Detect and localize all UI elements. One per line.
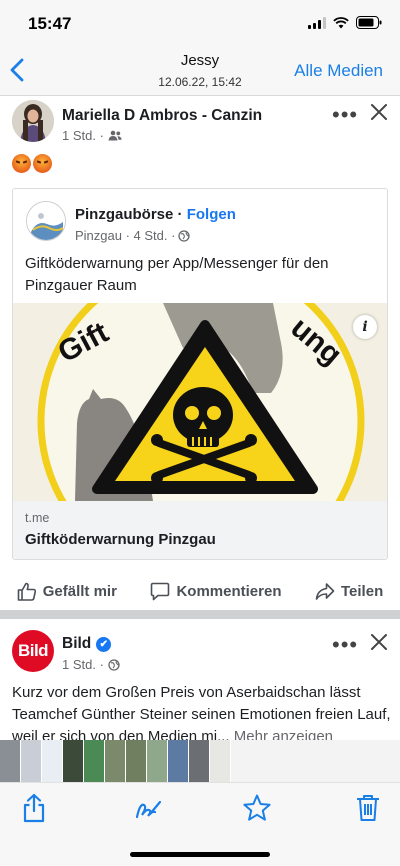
home-indicator (130, 852, 270, 857)
post2-author-line: Bild ✔ (62, 635, 112, 653)
all-media-link[interactable]: Alle Medien (294, 61, 383, 81)
shared-post-text: Giftköderwarnung per App/Messenger für d… (25, 255, 329, 294)
bild-logo[interactable]: Bild (12, 630, 54, 672)
link-domain: t.me (25, 511, 50, 525)
media-thumbnail[interactable] (168, 740, 188, 782)
status-bar: 15:47 (0, 0, 400, 46)
post-time: 1 Std. · (62, 128, 104, 143)
wifi-icon (333, 16, 349, 28)
comment-label: Kommentieren (176, 582, 282, 600)
media-thumbnail[interactable] (126, 740, 146, 782)
more-options-icon[interactable]: ••• (332, 104, 358, 126)
media-thumbnail[interactable] (84, 740, 104, 782)
post2-body: Kurz vor dem Großen Preis von Aserbaidsc… (12, 684, 391, 745)
share-button[interactable]: Teilen (315, 582, 383, 601)
like-label: Gefällt mir (42, 582, 117, 600)
thumbs-up-icon (17, 582, 36, 601)
globe-icon (108, 658, 120, 671)
markup-pen-icon[interactable] (134, 793, 162, 823)
media-thumbnail[interactable] (210, 740, 230, 782)
media-thumbnail[interactable] (42, 740, 62, 782)
info-button[interactable]: i (353, 315, 377, 339)
comment-button[interactable]: Kommentieren (150, 582, 281, 601)
verified-badge-icon: ✔ (96, 637, 112, 652)
close-icon[interactable] (370, 103, 388, 121)
shared-post-card[interactable]: Pinzgaubörse · Folgen Pinzgau · 4 Std. ·… (12, 188, 388, 560)
thumbnail-strip-empty (231, 740, 400, 782)
trash-icon[interactable] (354, 793, 382, 823)
like-button[interactable]: Gefällt mir (17, 582, 117, 601)
post-author-name[interactable]: Mariella D Ambros - Canzin (62, 107, 262, 125)
media-thumbnail[interactable] (0, 740, 20, 782)
page-avatar[interactable] (26, 201, 66, 241)
post2-time: 1 Std. · (62, 657, 104, 672)
page-name-line: Pinzgaubörse · Folgen (75, 206, 236, 223)
post2-meta: 1 Std. · (62, 657, 120, 672)
link-title: Giftköderwarnung Pinzgau (25, 531, 216, 548)
separator-dot: · (173, 206, 187, 223)
follow-button[interactable]: Folgen (187, 206, 236, 223)
page-name[interactable]: Pinzgaubörse (75, 206, 173, 223)
feed-divider (0, 610, 400, 619)
post-actions: Gefällt mir Kommentieren Teilen (0, 574, 400, 608)
angry-face-icon (33, 154, 52, 173)
shared-post-image[interactable]: Gift ung i (13, 303, 387, 501)
bottom-toolbar (0, 782, 400, 866)
media-thumbnail[interactable] (21, 740, 41, 782)
star-icon[interactable] (242, 793, 272, 823)
post2-text: Kurz vor dem Großen Preis von Aserbaidsc… (12, 682, 392, 748)
comment-icon (151, 582, 170, 600)
post2-author-name[interactable]: Bild (62, 635, 91, 652)
media-thumbnail-strip[interactable] (0, 740, 400, 782)
link-preview-footer[interactable]: t.me Giftköderwarnung Pinzgau (13, 501, 387, 559)
share-arrow-icon (315, 582, 335, 600)
friends-icon (108, 130, 122, 141)
page-meta-text: Pinzgau · 4 Std. · (75, 228, 176, 243)
globe-icon (178, 229, 191, 242)
post-meta: 1 Std. · (62, 128, 122, 143)
more-options-icon[interactable]: ••• (332, 634, 358, 656)
share-label: Teilen (341, 582, 384, 600)
status-icons (308, 16, 382, 29)
battery-icon (356, 16, 382, 29)
cellular-signal-icon (308, 16, 326, 29)
media-thumbnail[interactable] (105, 740, 125, 782)
reaction-emojis (12, 154, 52, 173)
media-thumbnail[interactable] (63, 740, 83, 782)
author-avatar[interactable] (12, 100, 54, 142)
share-icon[interactable] (20, 793, 48, 823)
media-thumbnail[interactable] (147, 740, 167, 782)
media-viewer-header: Jessy 12.06.22, 15:42 Alle Medien (0, 46, 400, 96)
status-time: 15:47 (28, 14, 72, 33)
page-meta: Pinzgau · 4 Std. · (75, 228, 191, 243)
media-thumbnail[interactable] (189, 740, 209, 782)
angry-face-icon (12, 154, 31, 173)
close-icon[interactable] (370, 633, 388, 651)
